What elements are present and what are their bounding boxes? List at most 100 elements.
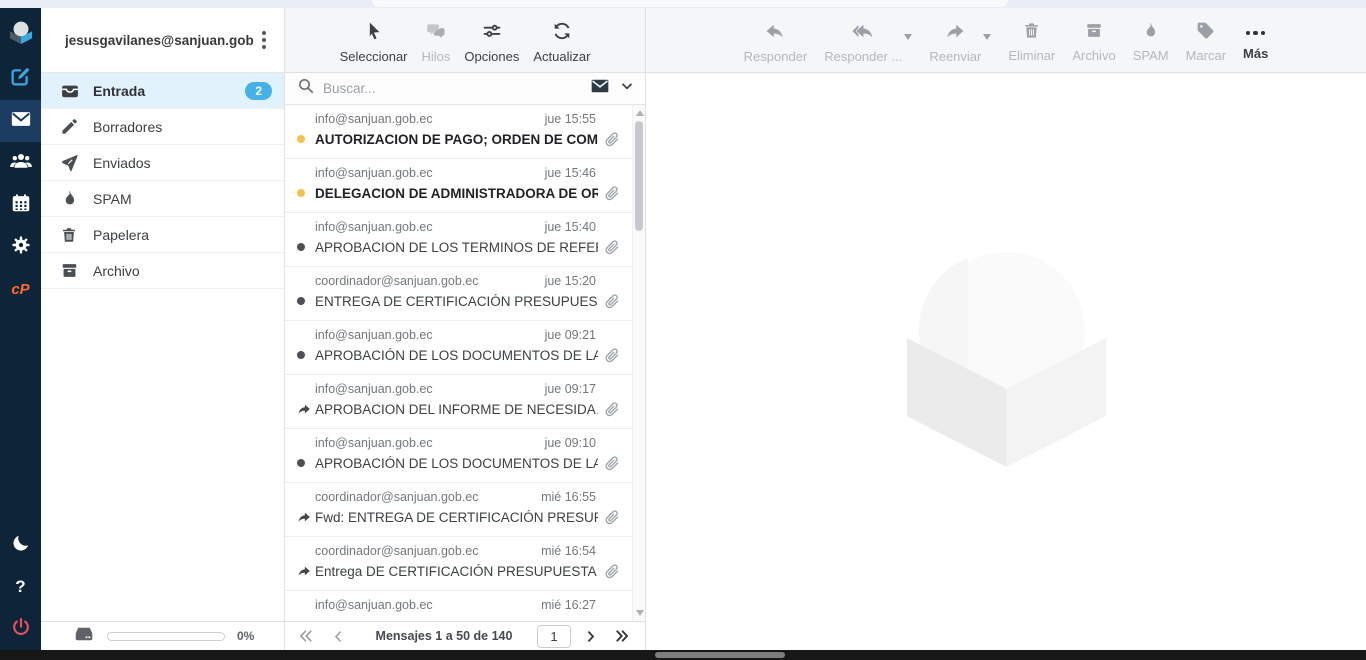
archive-button[interactable]: Archivo <box>1072 21 1115 63</box>
message-date: mié 16:54 <box>541 544 596 558</box>
previous-page-button[interactable] <box>325 624 351 648</box>
dark-mode-button[interactable] <box>0 524 41 566</box>
first-page-button[interactable] <box>293 624 319 648</box>
compose-button[interactable] <box>0 58 41 100</box>
read-dot-icon[interactable] <box>297 351 315 359</box>
folder-item-spam[interactable]: SPAM <box>41 181 284 217</box>
read-dot-icon[interactable] <box>297 243 315 251</box>
reply-button[interactable]: Responder <box>744 21 808 64</box>
mark-label: Marcar <box>1186 48 1226 63</box>
message-subject: APROBACIÓN DE LOS DOCUMENTOS DE LA… <box>315 348 598 363</box>
cpanel-icon: cP <box>11 281 29 298</box>
taskmenu-settings-button[interactable] <box>0 226 41 268</box>
message-list-panel: Seleccionar Hilos <box>285 8 646 650</box>
message-sender: info@sanjuan.gob.ec <box>315 598 433 612</box>
more-button[interactable]: Más <box>1243 23 1268 61</box>
message-toolbar: Responder Responder ... Reenviar <box>646 8 1366 73</box>
flame-icon <box>1141 21 1160 45</box>
folder-item-enviados[interactable]: Enviados <box>41 145 284 181</box>
taskmenu-mail-button[interactable] <box>0 100 41 142</box>
read-dot-icon[interactable] <box>297 297 315 305</box>
spam-button[interactable]: SPAM <box>1133 21 1169 63</box>
archive-icon <box>60 261 80 281</box>
taskmenu: cP ? <box>0 8 41 650</box>
unread-count-badge: 2 <box>245 82 272 100</box>
search-bar <box>285 73 645 105</box>
message-row[interactable]: info@sanjuan.gob.ecjue 15:55 AUTORIZACIO… <box>285 105 632 159</box>
archive-icon <box>1084 21 1104 45</box>
scroll-up-arrow-icon[interactable] <box>636 110 644 116</box>
select-button[interactable]: Seleccionar <box>340 21 408 64</box>
compose-icon <box>10 66 31 92</box>
last-page-button[interactable] <box>609 624 635 648</box>
forward-button[interactable]: Reenviar <box>929 21 981 64</box>
kebab-menu-icon[interactable] <box>254 27 274 53</box>
refresh-icon <box>552 21 572 46</box>
message-row[interactable]: info@sanjuan.gob.ecjue 15:46 DELEGACION … <box>285 159 632 213</box>
threads-icon <box>425 21 447 46</box>
taskmenu-contacts-button[interactable] <box>0 142 41 184</box>
search-options-chevron-down-icon[interactable] <box>619 78 635 99</box>
scrollbar-thumb[interactable] <box>635 121 643 231</box>
list-scrollbar[interactable] <box>632 105 645 621</box>
forwarded-icon[interactable] <box>297 402 315 416</box>
message-row[interactable]: info@sanjuan.gob.ecjue 09:17 APROBACION … <box>285 375 632 429</box>
message-sender: coordinador@sanjuan.gob.ec <box>315 490 479 504</box>
taskmenu-cpanel-button[interactable]: cP <box>0 268 41 310</box>
folder-item-borradores[interactable]: Borradores <box>41 109 284 145</box>
pagination-summary: Mensajes 1 a 50 de 140 <box>357 629 531 643</box>
message-row[interactable]: info@sanjuan.gob.ecjue 09:10 APROBACIÓN … <box>285 429 632 483</box>
search-scope-mail-icon[interactable] <box>589 76 611 101</box>
power-icon <box>11 617 31 642</box>
message-row[interactable]: coordinador@sanjuan.gob.ecjue 15:20 ENTR… <box>285 267 632 321</box>
message-row[interactable]: info@sanjuan.gob.ecjue 15:40 APROBACION … <box>285 213 632 267</box>
message-date: mié 16:27 <box>541 598 596 612</box>
more-label: Más <box>1243 46 1268 61</box>
forwarded-icon[interactable] <box>297 510 315 524</box>
delete-button[interactable]: Eliminar <box>1008 21 1055 63</box>
message-date: jue 15:40 <box>545 220 596 234</box>
horizontal-scrollbar-thumb[interactable] <box>655 652 785 658</box>
forward-dropdown-caret-icon[interactable] <box>983 34 991 40</box>
mark-button[interactable]: Marcar <box>1186 21 1226 63</box>
attachment-paperclip-icon <box>604 185 620 201</box>
reply-all-dropdown-caret-icon[interactable] <box>904 34 912 40</box>
message-row[interactable]: coordinador@sanjuan.gob.ecmié 16:55 Fwd:… <box>285 483 632 537</box>
trash-icon <box>60 225 80 245</box>
forwarded-icon[interactable] <box>297 564 315 578</box>
message-sender: info@sanjuan.gob.ec <box>315 112 433 126</box>
scroll-down-arrow-icon[interactable] <box>636 610 644 616</box>
folder-item-papelera[interactable]: Papelera <box>41 217 284 253</box>
horizontal-scrollbar[interactable] <box>0 650 1366 660</box>
gear-icon <box>10 234 32 261</box>
quota-progress-bar <box>107 632 225 641</box>
taskmenu-calendar-button[interactable] <box>0 184 41 226</box>
logout-button[interactable] <box>0 608 41 650</box>
unread-dot-icon[interactable] <box>297 135 315 143</box>
message-date: jue 15:46 <box>545 166 596 180</box>
folder-item-archivo[interactable]: Archivo <box>41 253 284 289</box>
attachment-paperclip-icon <box>604 347 620 363</box>
attachment-paperclip-icon <box>604 563 620 579</box>
message-row[interactable]: info@sanjuan.gob.ecjue 09:21 APROBACIÓN … <box>285 321 632 375</box>
threads-button[interactable]: Hilos <box>422 21 451 64</box>
reply-all-button[interactable]: Responder ... <box>824 21 902 64</box>
refresh-button[interactable]: Actualizar <box>533 21 590 64</box>
help-button[interactable]: ? <box>0 566 41 608</box>
flame-icon <box>60 189 80 209</box>
read-dot-icon[interactable] <box>297 459 315 467</box>
folder-label: SPAM <box>93 191 272 207</box>
next-page-button[interactable] <box>577 624 603 648</box>
search-input[interactable] <box>323 81 581 96</box>
folder-item-entrada[interactable]: Entrada 2 <box>41 73 284 109</box>
message-row[interactable]: info@sanjuan.gob.ec mié 16:27 <box>285 591 632 618</box>
message-subject: Fwd: ENTREGA DE CERTIFICACIÓN PRESUP… <box>315 510 598 525</box>
folder-label: Archivo <box>93 263 272 279</box>
message-subject: Entrega DE CERTIFICACIÓN PRESUPUESTA… <box>315 564 598 579</box>
folder-label: Papelera <box>93 227 272 243</box>
options-button[interactable]: Opciones <box>464 21 519 64</box>
page-number-input[interactable] <box>537 625 571 648</box>
unread-dot-icon[interactable] <box>297 189 315 197</box>
message-row[interactable]: coordinador@sanjuan.gob.ecmié 16:54 Entr… <box>285 537 632 591</box>
trash-icon <box>1022 21 1041 45</box>
